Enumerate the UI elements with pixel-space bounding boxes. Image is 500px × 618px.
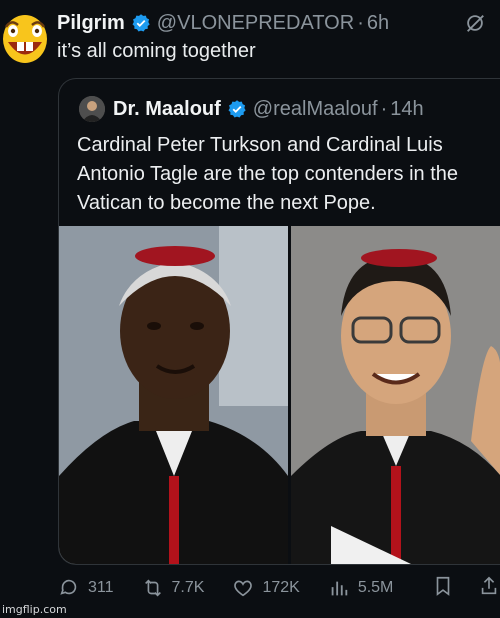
quoted-author-name[interactable]: Dr. Maalouf: [113, 98, 221, 121]
action-bar: 311 7.7K 172K 5.5M: [58, 572, 500, 604]
profile-photo-icon: [79, 96, 105, 122]
quoted-separator: ·: [380, 97, 388, 120]
author-name[interactable]: Pilgrim: [57, 12, 125, 35]
repost-count: 7.7K: [171, 579, 205, 596]
grok-icon[interactable]: [464, 12, 486, 34]
repost-button[interactable]: 7.7K: [142, 577, 205, 599]
like-count: 172K: [262, 579, 300, 596]
views-icon: [331, 581, 348, 596]
portrait-image: [291, 226, 500, 564]
bookmark-button[interactable]: [432, 575, 454, 602]
verified-badge-icon: [228, 100, 246, 118]
quoted-author-handle[interactable]: @realMaalouf: [253, 98, 378, 121]
repost-icon: [144, 579, 161, 597]
portrait-image: [59, 226, 288, 564]
author-handle[interactable]: @VLONEPREDATOR: [157, 12, 354, 35]
quoted-tweet[interactable]: Dr. Maalouf @realMaalouf · 14h Cardinal …: [58, 78, 500, 565]
quoted-text: Cardinal Peter Turkson and Cardinal Luis…: [77, 134, 459, 214]
reply-count: 311: [88, 579, 114, 596]
quoted-time[interactable]: 14h: [390, 98, 423, 121]
reply-icon: [60, 579, 77, 595]
views-count: 5.5M: [357, 579, 394, 596]
bookmark-icon: [436, 576, 450, 596]
header-separator: ·: [357, 11, 364, 34]
quoted-header: Dr. Maalouf @realMaalouf · 14h: [79, 93, 424, 125]
tweet-text: it’s all coming together: [57, 40, 256, 62]
photo-cardinal-tagle[interactable]: [291, 226, 500, 564]
heart-icon: [234, 580, 253, 597]
share-button[interactable]: [478, 575, 500, 602]
reply-button[interactable]: 311: [58, 577, 114, 599]
verified-badge-icon: [132, 14, 150, 32]
like-button[interactable]: 172K: [232, 577, 300, 599]
photo-cardinal-turkson[interactable]: [59, 226, 288, 564]
author-avatar[interactable]: [0, 8, 50, 66]
quoted-avatar: [79, 96, 105, 122]
watermark: imgflip.com: [2, 603, 67, 616]
laughing-emoji-icon: [3, 15, 47, 63]
tweet-time[interactable]: 6h: [367, 12, 389, 35]
views-button[interactable]: 5.5M: [328, 577, 394, 599]
share-icon: [481, 576, 497, 594]
tweet-header: Pilgrim @VLONEPREDATOR · 6h: [57, 8, 486, 38]
